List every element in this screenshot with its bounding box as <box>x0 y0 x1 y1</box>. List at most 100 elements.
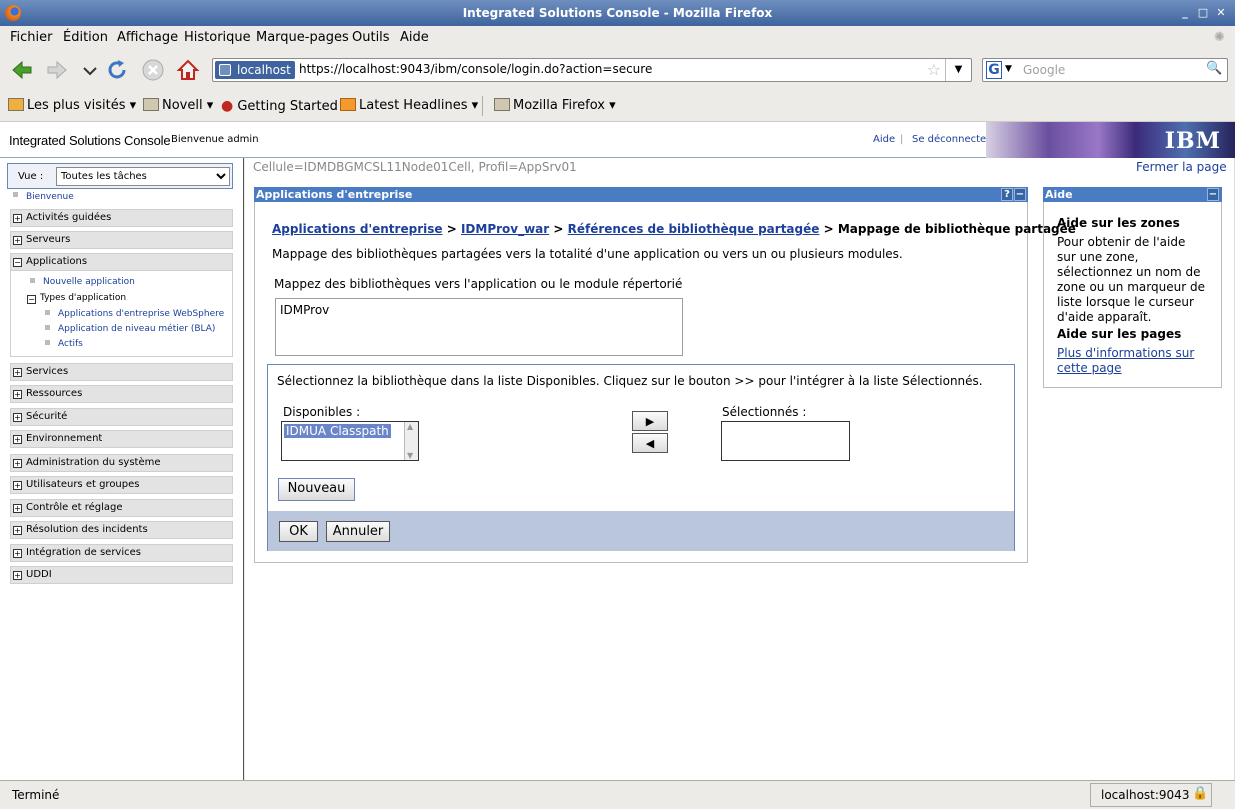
nav-service-integration[interactable]: + Intégration de services <box>10 544 233 562</box>
nav-app-types[interactable]: Types d'application <box>40 293 126 303</box>
google-engine-icon[interactable]: G <box>986 61 1002 79</box>
button-bar: OK Annuler <box>268 511 1014 551</box>
help-pages-heading: Aide sur les pages <box>1057 327 1182 341</box>
folder-icon <box>494 98 510 111</box>
nav-guided-activities[interactable]: + Activités guidées <box>10 209 233 227</box>
nav-uddi[interactable]: + UDDI <box>10 566 233 584</box>
nav-servers[interactable]: + Serveurs <box>10 231 233 249</box>
menu-aide[interactable]: Aide <box>400 30 429 45</box>
home-icon[interactable] <box>176 58 200 82</box>
scroll-down-icon[interactable]: ▼ <box>407 451 413 460</box>
selected-list[interactable] <box>721 421 850 461</box>
main-content: Cellule=IDMDBGMCSL11Node01Cell, Profil=A… <box>245 158 1235 780</box>
help-link[interactable]: Aide <box>873 134 895 145</box>
most-visited-icon <box>8 98 24 111</box>
bookmark-getting-started[interactable]: ● Getting Started <box>221 98 338 114</box>
cancel-button[interactable]: Annuler <box>326 521 390 542</box>
stop-icon[interactable] <box>141 58 165 82</box>
add-to-selected-button[interactable]: ▶ <box>632 411 668 431</box>
menu-marque-pages[interactable]: Marque-pages <box>256 30 349 45</box>
expand-icon: + <box>13 390 22 399</box>
panel-minimize-icon[interactable]: − <box>1014 188 1026 201</box>
breadcrumb-enterprise-apps[interactable]: Applications d'entreprise <box>272 222 443 236</box>
nav-troubleshooting[interactable]: + Résolution des incidents <box>10 521 233 539</box>
nav-applications[interactable]: − Applications <box>10 253 233 271</box>
new-button[interactable]: Nouveau <box>278 478 355 501</box>
collapse-icon[interactable]: − <box>27 295 36 304</box>
nav-environment[interactable]: + Environnement <box>10 430 233 448</box>
help-panel-header: Aide − <box>1043 187 1222 202</box>
ok-button[interactable]: OK <box>279 521 318 542</box>
minimize-icon[interactable]: _ <box>1178 6 1192 20</box>
reload-icon[interactable] <box>105 58 129 82</box>
available-label: Disponibles : <box>283 405 361 419</box>
bullet-icon <box>45 325 50 330</box>
status-site-panel[interactable]: localhost:9043 🔒 <box>1090 783 1212 807</box>
bookmark-mozilla-firefox[interactable]: Mozilla Firefox ▾ <box>494 98 616 113</box>
nav-resources[interactable]: + Ressources <box>10 385 233 403</box>
expand-icon: + <box>13 459 22 468</box>
view-select[interactable]: Toutes les tâches <box>56 167 230 186</box>
bookmark-star-icon[interactable]: ☆ <box>927 60 941 79</box>
bullet-icon <box>45 340 50 345</box>
expand-icon: + <box>13 368 22 377</box>
help-minimize-icon[interactable]: − <box>1207 188 1219 201</box>
search-box[interactable]: G ▼ Google 🔍 <box>982 58 1228 82</box>
bookmark-latest-headlines[interactable]: Latest Headlines ▾ <box>340 98 478 113</box>
bullet-icon <box>13 192 18 197</box>
nav-users-groups[interactable]: + Utilisateurs et groupes <box>10 476 233 494</box>
view-selector: Vue : Toutes les tâches <box>7 163 233 189</box>
scroll-up-icon[interactable]: ▲ <box>407 422 413 431</box>
panel-help-icon[interactable]: ? <box>1001 188 1013 201</box>
close-page-link[interactable]: Fermer la page <box>1136 160 1227 174</box>
nav-services[interactable]: + Services <box>10 363 233 381</box>
navigation-sidebar: Vue : Toutes les tâches Bienvenue + Activ… <box>0 158 244 780</box>
maximize-icon[interactable]: □ <box>1196 6 1210 20</box>
menu-outils[interactable]: Outils <box>352 30 390 45</box>
bookmark-most-visited[interactable]: Les plus visités ▾ <box>8 98 136 113</box>
status-bar: Terminé localhost:9043 🔒 <box>0 780 1235 809</box>
forward-icon[interactable] <box>45 58 69 82</box>
remove-from-selected-button[interactable]: ◀ <box>632 433 668 453</box>
nav-websphere-apps[interactable]: Applications d'entreprise WebSphere <box>58 309 224 319</box>
nav-new-application[interactable]: Nouvelle application <box>43 277 135 287</box>
arrow-right-icon: ▶ <box>645 415 655 428</box>
expand-icon: + <box>13 549 22 558</box>
bookmark-novell[interactable]: Novell ▾ <box>143 98 213 113</box>
close-icon[interactable]: ✕ <box>1214 6 1228 20</box>
lock-icon[interactable]: 🔒 <box>1192 786 1208 801</box>
help-pages-link[interactable]: Plus d'informations sur cette page <box>1057 346 1207 376</box>
nav-welcome-link[interactable]: Bienvenue <box>26 192 74 202</box>
expand-icon: + <box>13 413 22 422</box>
site-identity-button[interactable]: localhost <box>215 61 295 79</box>
url-bar[interactable]: localhost https://localhost:9043/ibm/con… <box>212 58 972 82</box>
nav-system-administration[interactable]: + Administration du système <box>10 454 233 472</box>
nav-monitoring-tuning[interactable]: + Contrôle et réglage <box>10 499 233 517</box>
nav-bla[interactable]: Application de niveau métier (BLA) <box>58 324 215 334</box>
panel-title: Applications d'entreprise <box>256 188 413 201</box>
back-icon[interactable] <box>10 58 34 82</box>
help-fields-heading: Aide sur les zones <box>1057 216 1180 230</box>
list-scrollbar[interactable]: ▲ ▼ <box>404 422 418 460</box>
menu-fichier[interactable]: Fichier <box>10 30 53 45</box>
menu-affichage[interactable]: Affichage <box>117 30 178 45</box>
module-item[interactable]: IDMProv <box>280 303 329 317</box>
nav-security[interactable]: + Sécurité <box>10 408 233 426</box>
firefox-icon <box>5 5 21 21</box>
breadcrumb-shared-lib-refs[interactable]: Références de bibliothèque partagée <box>568 222 820 236</box>
breadcrumb-current: Mappage de bibliothèque partagée <box>837 222 1076 236</box>
engine-dropdown-icon[interactable]: ▼ <box>1005 64 1012 74</box>
available-list[interactable]: IDMUA Classpath ▲ ▼ <box>281 421 419 461</box>
menu-historique[interactable]: Historique <box>184 30 251 45</box>
breadcrumb-idmprov[interactable]: IDMProv_war <box>461 222 549 236</box>
url-dropdown-icon[interactable]: ▼ <box>945 59 971 81</box>
menu-edition[interactable]: Édition <box>63 30 108 45</box>
module-list[interactable]: IDMProv <box>275 298 683 356</box>
available-item[interactable]: IDMUA Classpath <box>283 423 392 439</box>
history-dropdown-icon[interactable] <box>78 58 102 82</box>
bullet-icon <box>30 278 35 283</box>
console-title: Integrated Solutions Console <box>9 133 171 148</box>
logout-link[interactable]: Se déconnecter <box>912 134 990 145</box>
nav-assets[interactable]: Actifs <box>58 339 83 349</box>
search-icon[interactable]: 🔍 <box>1206 61 1224 79</box>
